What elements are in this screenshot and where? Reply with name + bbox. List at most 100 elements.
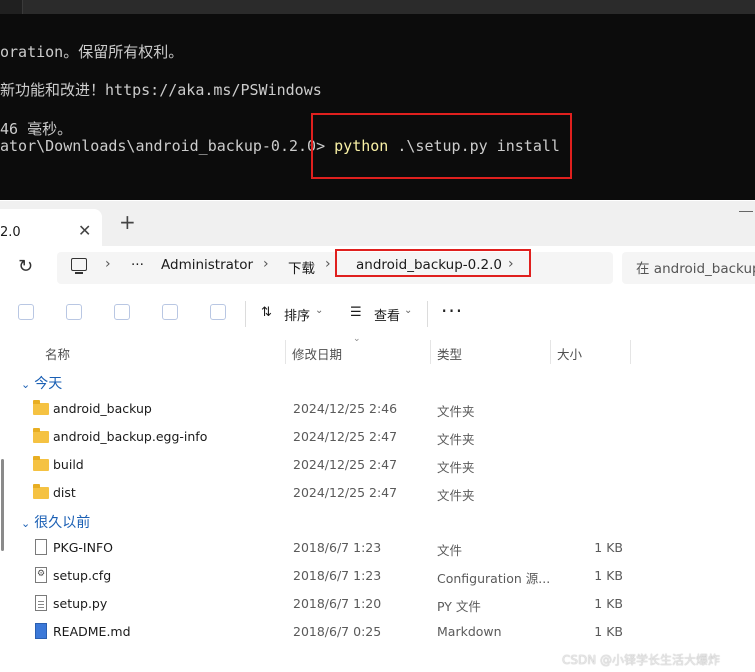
column-divider[interactable] xyxy=(285,340,286,364)
column-divider[interactable] xyxy=(630,340,631,364)
file-name: android_backup.egg-info xyxy=(53,429,208,444)
minimize-icon[interactable] xyxy=(739,211,753,212)
file-date: 2024/12/25 2:47 xyxy=(293,457,398,472)
terminal-window[interactable]: oration。保留所有权利。 新功能和改进！https://aka.ms/PS… xyxy=(0,0,755,200)
sort-button[interactable]: 排序 xyxy=(284,305,310,324)
column-header-size[interactable]: 大小 xyxy=(557,344,582,363)
more-crumbs-button[interactable]: ··· xyxy=(131,257,144,273)
file-name: android_backup xyxy=(53,401,152,416)
file-row[interactable]: dist 2024/12/25 2:47 文件夹 xyxy=(0,479,755,507)
chevron-down-icon[interactable]: ⌄ xyxy=(21,378,30,391)
chevron-right-icon[interactable]: › xyxy=(105,256,111,272)
file-type: PY 文件 xyxy=(437,599,481,614)
terminal-line-update-prefix: 新功能 xyxy=(0,81,46,99)
file-row[interactable]: setup.py 2018/6/7 1:20 PY 文件 1 KB xyxy=(0,590,755,618)
markdown-file-icon xyxy=(35,623,47,639)
terminal-tab-bar xyxy=(0,0,755,14)
chevron-down-icon[interactable]: ⌄ xyxy=(21,517,30,530)
sort-icon[interactable]: ⇅ xyxy=(261,305,272,320)
chevron-down-icon[interactable]: ⌄ xyxy=(315,305,323,316)
file-name: README.md xyxy=(53,624,131,639)
column-header-type[interactable]: 类型 xyxy=(437,344,462,363)
group-label: 今天 xyxy=(34,376,63,392)
file-row[interactable]: build 2024/12/25 2:47 文件夹 xyxy=(0,451,755,479)
toolbar-divider xyxy=(245,301,246,327)
explorer-tab[interactable]: 2.0 ✕ xyxy=(0,209,102,246)
delete-icon[interactable] xyxy=(210,304,226,320)
terminal-line-update-text: 和改进！https://aka.ms/PSWindows xyxy=(45,81,322,99)
view-button[interactable]: 查看 xyxy=(374,305,400,324)
folder-icon xyxy=(33,484,49,499)
file-type: 文件夹 xyxy=(437,404,475,419)
file-date: 2018/6/7 1:23 xyxy=(293,568,382,583)
column-header-row: 名称 ⌄ 修改日期 类型 大小 xyxy=(0,334,755,366)
file-type: 文件夹 xyxy=(437,432,475,447)
file-size: 1 KB xyxy=(594,596,623,611)
group-label: 很久以前 xyxy=(34,515,91,531)
file-name: PKG-INFO xyxy=(53,540,113,555)
file-row[interactable]: android_backup.egg-info 2024/12/25 2:47 … xyxy=(0,423,755,451)
terminal-line-copyright: oration。保留所有权利。 xyxy=(0,43,184,61)
terminal-prompt: ator\Downloads\android_backup-0.2.0> xyxy=(0,137,335,155)
search-input[interactable]: 在 android_backup xyxy=(636,257,755,277)
file-row[interactable]: README.md 2018/6/7 0:25 Markdown 1 KB xyxy=(0,618,755,646)
file-date: 2018/6/7 1:20 xyxy=(293,596,382,611)
folder-icon xyxy=(33,456,49,471)
file-date: 2024/12/25 2:47 xyxy=(293,429,398,444)
file-row[interactable]: android_backup 2024/12/25 2:46 文件夹 xyxy=(0,395,755,423)
column-divider[interactable] xyxy=(430,340,431,364)
file-date: 2018/6/7 1:23 xyxy=(293,540,382,555)
chevron-right-icon[interactable]: › xyxy=(263,256,269,272)
column-header-date[interactable]: 修改日期 xyxy=(292,344,342,363)
chevron-down-icon[interactable]: ⌄ xyxy=(404,305,412,316)
column-header-name[interactable]: 名称 xyxy=(45,344,70,363)
file-type: 文件夹 xyxy=(437,488,475,503)
command-highlight-box xyxy=(311,113,572,179)
copy-icon[interactable] xyxy=(18,304,34,320)
terminal-line-update: 新功能和改进！https://aka.ms/PSWindows xyxy=(0,79,322,100)
toolbar-divider xyxy=(427,301,428,327)
file-date: 2024/12/25 2:46 xyxy=(293,401,398,416)
file-date: 2024/12/25 2:47 xyxy=(293,485,398,500)
file-name: setup.py xyxy=(53,596,108,611)
folder-icon xyxy=(33,400,49,415)
this-pc-icon-stand xyxy=(75,272,83,274)
file-row[interactable]: setup.cfg 2018/6/7 1:23 Configuration 源.… xyxy=(0,562,755,590)
command-bar: ⇅ 排序 ⌄ ☰ 查看 ⌄ ··· xyxy=(0,291,755,337)
watermark: CSDN @小铎学长生活大爆炸 xyxy=(562,653,721,667)
sort-indicator-icon: ⌄ xyxy=(353,334,361,344)
folder-icon xyxy=(33,428,49,443)
rename-icon[interactable] xyxy=(114,304,130,320)
file-date: 2018/6/7 0:25 xyxy=(293,624,382,639)
file-size: 1 KB xyxy=(594,540,623,555)
file-size: 1 KB xyxy=(594,568,623,583)
file-name: build xyxy=(53,457,84,472)
file-name: setup.cfg xyxy=(53,568,112,583)
view-icon[interactable]: ☰ xyxy=(350,305,362,320)
this-pc-icon[interactable] xyxy=(71,258,87,271)
more-options-button[interactable]: ··· xyxy=(441,299,463,323)
group-header-today[interactable]: ⌄ 今天 xyxy=(21,373,62,393)
new-tab-button[interactable]: + xyxy=(119,210,136,234)
refresh-icon[interactable]: ↻ xyxy=(18,256,33,277)
breadcrumb-downloads[interactable]: 下载 xyxy=(288,257,315,277)
column-divider[interactable] xyxy=(550,340,551,364)
share-icon[interactable] xyxy=(162,304,178,320)
chevron-right-icon[interactable]: › xyxy=(508,256,514,272)
file-type: 文件夹 xyxy=(437,460,475,475)
file-name: dist xyxy=(53,485,76,500)
breadcrumb-administrator[interactable]: Administrator xyxy=(161,257,253,273)
file-row[interactable]: PKG-INFO 2018/6/7 1:23 文件 1 KB xyxy=(0,534,755,562)
paste-icon[interactable] xyxy=(66,304,82,320)
config-file-icon xyxy=(35,567,47,583)
file-type: Configuration 源... xyxy=(437,571,551,586)
tab-close-icon[interactable]: ✕ xyxy=(78,221,91,240)
file-size: 1 KB xyxy=(594,624,623,639)
explorer-tab-title: 2.0 xyxy=(0,225,21,240)
breadcrumb-current-folder[interactable]: android_backup-0.2.0 xyxy=(356,257,502,273)
file-icon xyxy=(35,539,47,555)
chevron-right-icon[interactable]: › xyxy=(325,256,331,272)
terminal-tab[interactable] xyxy=(0,0,23,14)
group-header-long-ago[interactable]: ⌄ 很久以前 xyxy=(21,512,90,532)
explorer-tab-bar: 2.0 ✕ + xyxy=(0,201,755,246)
